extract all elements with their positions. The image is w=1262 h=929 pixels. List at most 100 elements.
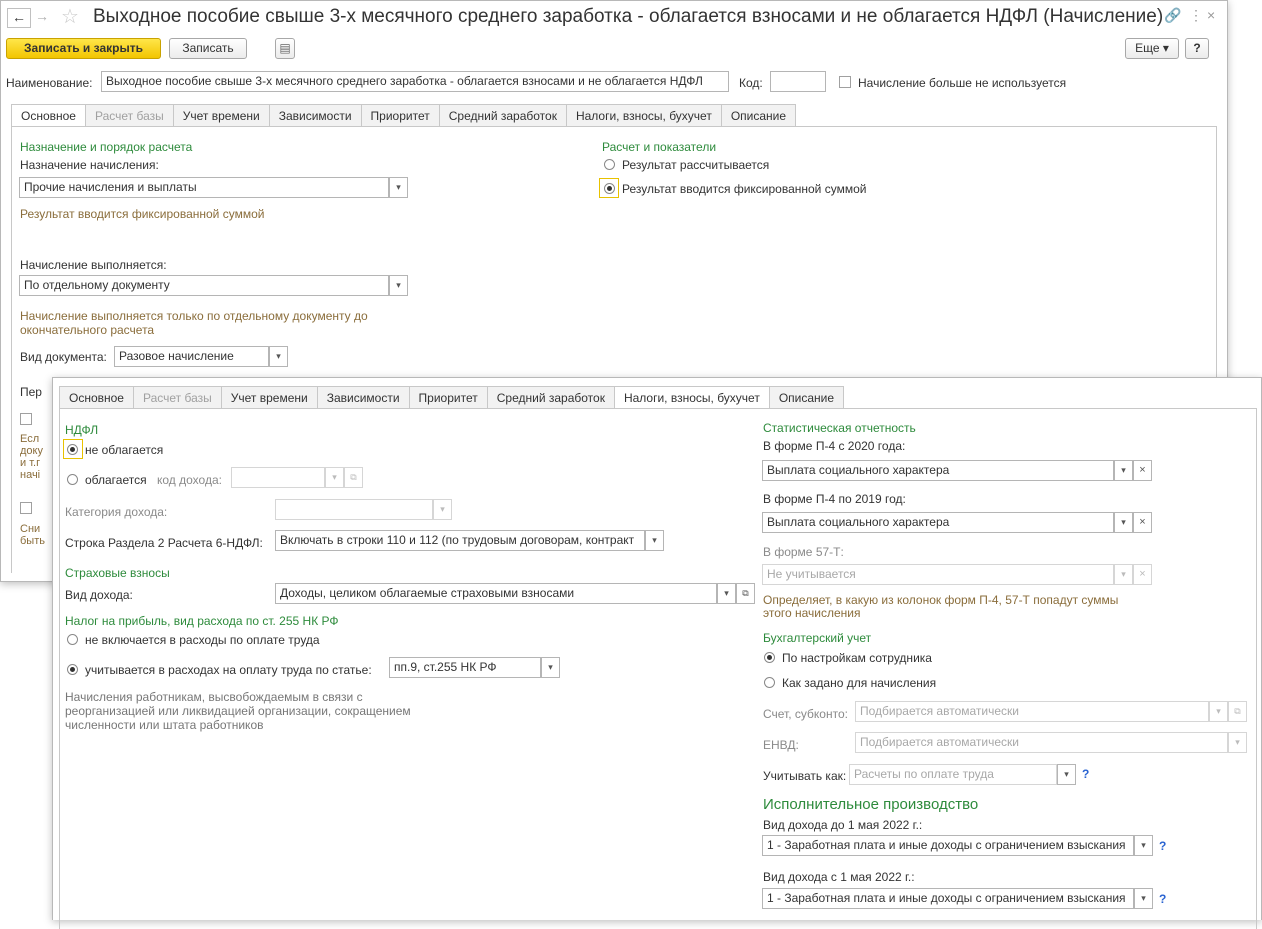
acc-radio-custom[interactable] [764, 677, 775, 688]
close-icon[interactable]: × [1207, 7, 1215, 23]
save-and-close-button[interactable]: Записать и закрыть [6, 38, 161, 59]
purpose-select[interactable]: Прочие начисления и выплаты [19, 177, 389, 198]
envd-label: ЕНВД: [763, 738, 799, 752]
more-button[interactable]: Еще ▾ [1125, 38, 1179, 59]
back-checkbox-1[interactable] [20, 413, 32, 425]
tab-average[interactable]: Средний заработок [486, 386, 614, 409]
calc-section-title: Расчет и показатели [602, 140, 717, 154]
income-category-select [275, 499, 433, 520]
unused-label: Начисление больше не используется [858, 76, 1067, 90]
row6-label: Строка Раздела 2 Расчета 6-НДФЛ: [65, 536, 263, 550]
account-open-icon: ⧉ [1228, 701, 1247, 722]
stat-note: Определяет, в какую из колонок форм П-4,… [763, 593, 1119, 620]
before-may-select[interactable]: 1 - Заработная плата и иные доходы с огр… [762, 835, 1134, 856]
tab-time[interactable]: Учет времени [172, 104, 269, 127]
row6-select[interactable]: Включать в строки 110 и 112 (по трудовым… [275, 530, 645, 551]
p4-2019-clear-icon[interactable]: × [1133, 512, 1152, 533]
after-may-label: Вид дохода с 1 мая 2022 г.: [763, 870, 915, 884]
purpose-section-title: Назначение и порядок расчета [20, 140, 193, 154]
profit-radio-excluded[interactable] [67, 634, 78, 645]
acc-radio-employee[interactable] [764, 652, 775, 663]
calc-radio-computed[interactable] [604, 159, 615, 170]
unused-checkbox[interactable] [839, 76, 851, 88]
name-label: Наименование: [6, 76, 93, 90]
p4-2019-select[interactable]: Выплата социального характера [762, 512, 1114, 533]
consider-select[interactable]: Расчеты по оплате труда [849, 764, 1057, 785]
consider-help-icon[interactable]: ? [1082, 767, 1089, 781]
insurance-kind-dropdown-icon[interactable]: ▾ [717, 583, 736, 604]
acc-opt1-label: По настройкам сотрудника [782, 651, 932, 665]
ndfl-section-title: НДФЛ [65, 423, 99, 437]
ndfl-radio-taxed[interactable] [67, 474, 78, 485]
help-button[interactable]: ? [1185, 38, 1209, 59]
exec-proceedings-title: Исполнительное производство [763, 796, 979, 813]
calc-radio-fixed[interactable] [604, 183, 615, 194]
consider-dropdown-icon[interactable]: ▾ [1057, 764, 1076, 785]
nav-back-button[interactable]: ← [7, 8, 31, 28]
calc-opt2-label: Результат вводится фиксированной суммой [622, 182, 867, 196]
tab-taxes[interactable]: Налоги, взносы, бухучет [565, 104, 721, 127]
name-input[interactable]: Выходное пособие свыше 3-х месячного сре… [101, 71, 729, 92]
calc-opt1-label: Результат рассчитывается [622, 158, 770, 172]
envd-dropdown-icon: ▾ [1228, 732, 1247, 753]
profit-radio-included[interactable] [67, 664, 78, 675]
f57-label: В форме 57-Т: [763, 545, 844, 559]
tab-priority[interactable]: Приоритет [360, 104, 439, 127]
save-button[interactable]: Записать [169, 38, 247, 59]
profit-opt2-label: учитывается в расходах на оплату труда п… [85, 663, 372, 677]
after-may-help-icon[interactable]: ? [1159, 892, 1166, 906]
profit-article-dropdown-icon[interactable]: ▾ [541, 657, 560, 678]
insurance-kind-label: Вид дохода: [65, 588, 133, 602]
tab-main[interactable]: Основное [11, 104, 85, 127]
p4-2020-select[interactable]: Выплата социального характера [762, 460, 1114, 481]
ndfl-radio-not-taxed[interactable] [67, 444, 78, 455]
tab-priority[interactable]: Приоритет [408, 386, 487, 409]
tab-description[interactable]: Описание [720, 104, 797, 127]
insurance-kind-select[interactable]: Доходы, целиком облагаемые страховыми вз… [275, 583, 717, 604]
exec-dropdown-icon[interactable]: ▾ [389, 275, 408, 296]
p4-2020-clear-icon[interactable]: × [1133, 460, 1152, 481]
stat-section-title: Статистическая отчетность [763, 421, 916, 435]
f57-select: Не учитывается [762, 564, 1114, 585]
period-label-fragment: Пер [20, 385, 42, 399]
before-may-dropdown-icon[interactable]: ▾ [1134, 835, 1153, 856]
account-dropdown-icon: ▾ [1209, 701, 1228, 722]
favorite-star-icon[interactable]: ☆ [61, 4, 79, 29]
after-may-select[interactable]: 1 - Заработная плата и иные доходы с огр… [762, 888, 1134, 909]
report-icon[interactable]: ▤ [275, 38, 295, 59]
after-may-dropdown-icon[interactable]: ▾ [1134, 888, 1153, 909]
code-input[interactable] [770, 71, 826, 92]
p4-2020-label: В форме П-4 с 2020 года: [763, 439, 906, 453]
tab-dependencies[interactable]: Зависимости [268, 104, 361, 127]
p4-2020-dropdown-icon[interactable]: ▾ [1114, 460, 1133, 481]
p4-2019-dropdown-icon[interactable]: ▾ [1114, 512, 1133, 533]
doc-type-select[interactable]: Разовое начисление [114, 346, 269, 367]
tab-base[interactable]: Расчет базы [132, 386, 221, 409]
tab-main[interactable]: Основное [59, 386, 133, 409]
exec-label: Начисление выполняется: [20, 258, 167, 272]
tab-average[interactable]: Средний заработок [438, 104, 566, 127]
exec-select[interactable]: По отдельному документу [19, 275, 389, 296]
tab-taxes[interactable]: Налоги, взносы, бухучет [613, 386, 769, 409]
tab-description[interactable]: Описание [768, 386, 845, 409]
link-icon[interactable]: 🔗 [1164, 7, 1181, 24]
account-label: Счет, субконто: [763, 707, 848, 721]
insurance-kind-open-icon[interactable]: ⧉ [736, 583, 755, 604]
account-select: Подбирается автоматически [855, 701, 1209, 722]
frag-line-6: быть [20, 535, 45, 547]
income-code-label: код дохода: [157, 473, 222, 487]
profit-article-select[interactable]: пп.9, ст.255 НК РФ [389, 657, 541, 678]
row6-dropdown-icon[interactable]: ▾ [645, 530, 664, 551]
purpose-dropdown-icon[interactable]: ▾ [389, 177, 408, 198]
tab-time[interactable]: Учет времени [220, 386, 317, 409]
acc-section-title: Бухгалтерский учет [763, 631, 872, 645]
f57-dropdown-icon: ▾ [1114, 564, 1133, 585]
nav-forward-button[interactable]: → [31, 8, 53, 26]
before-may-help-icon[interactable]: ? [1159, 839, 1166, 853]
back-checkbox-2[interactable] [20, 502, 32, 514]
more-menu-icon[interactable]: ⋮ [1189, 7, 1203, 24]
ndfl-opt2-label: облагается [85, 473, 147, 487]
tab-base[interactable]: Расчет базы [84, 104, 173, 127]
doc-type-dropdown-icon[interactable]: ▾ [269, 346, 288, 367]
tab-dependencies[interactable]: Зависимости [316, 386, 409, 409]
